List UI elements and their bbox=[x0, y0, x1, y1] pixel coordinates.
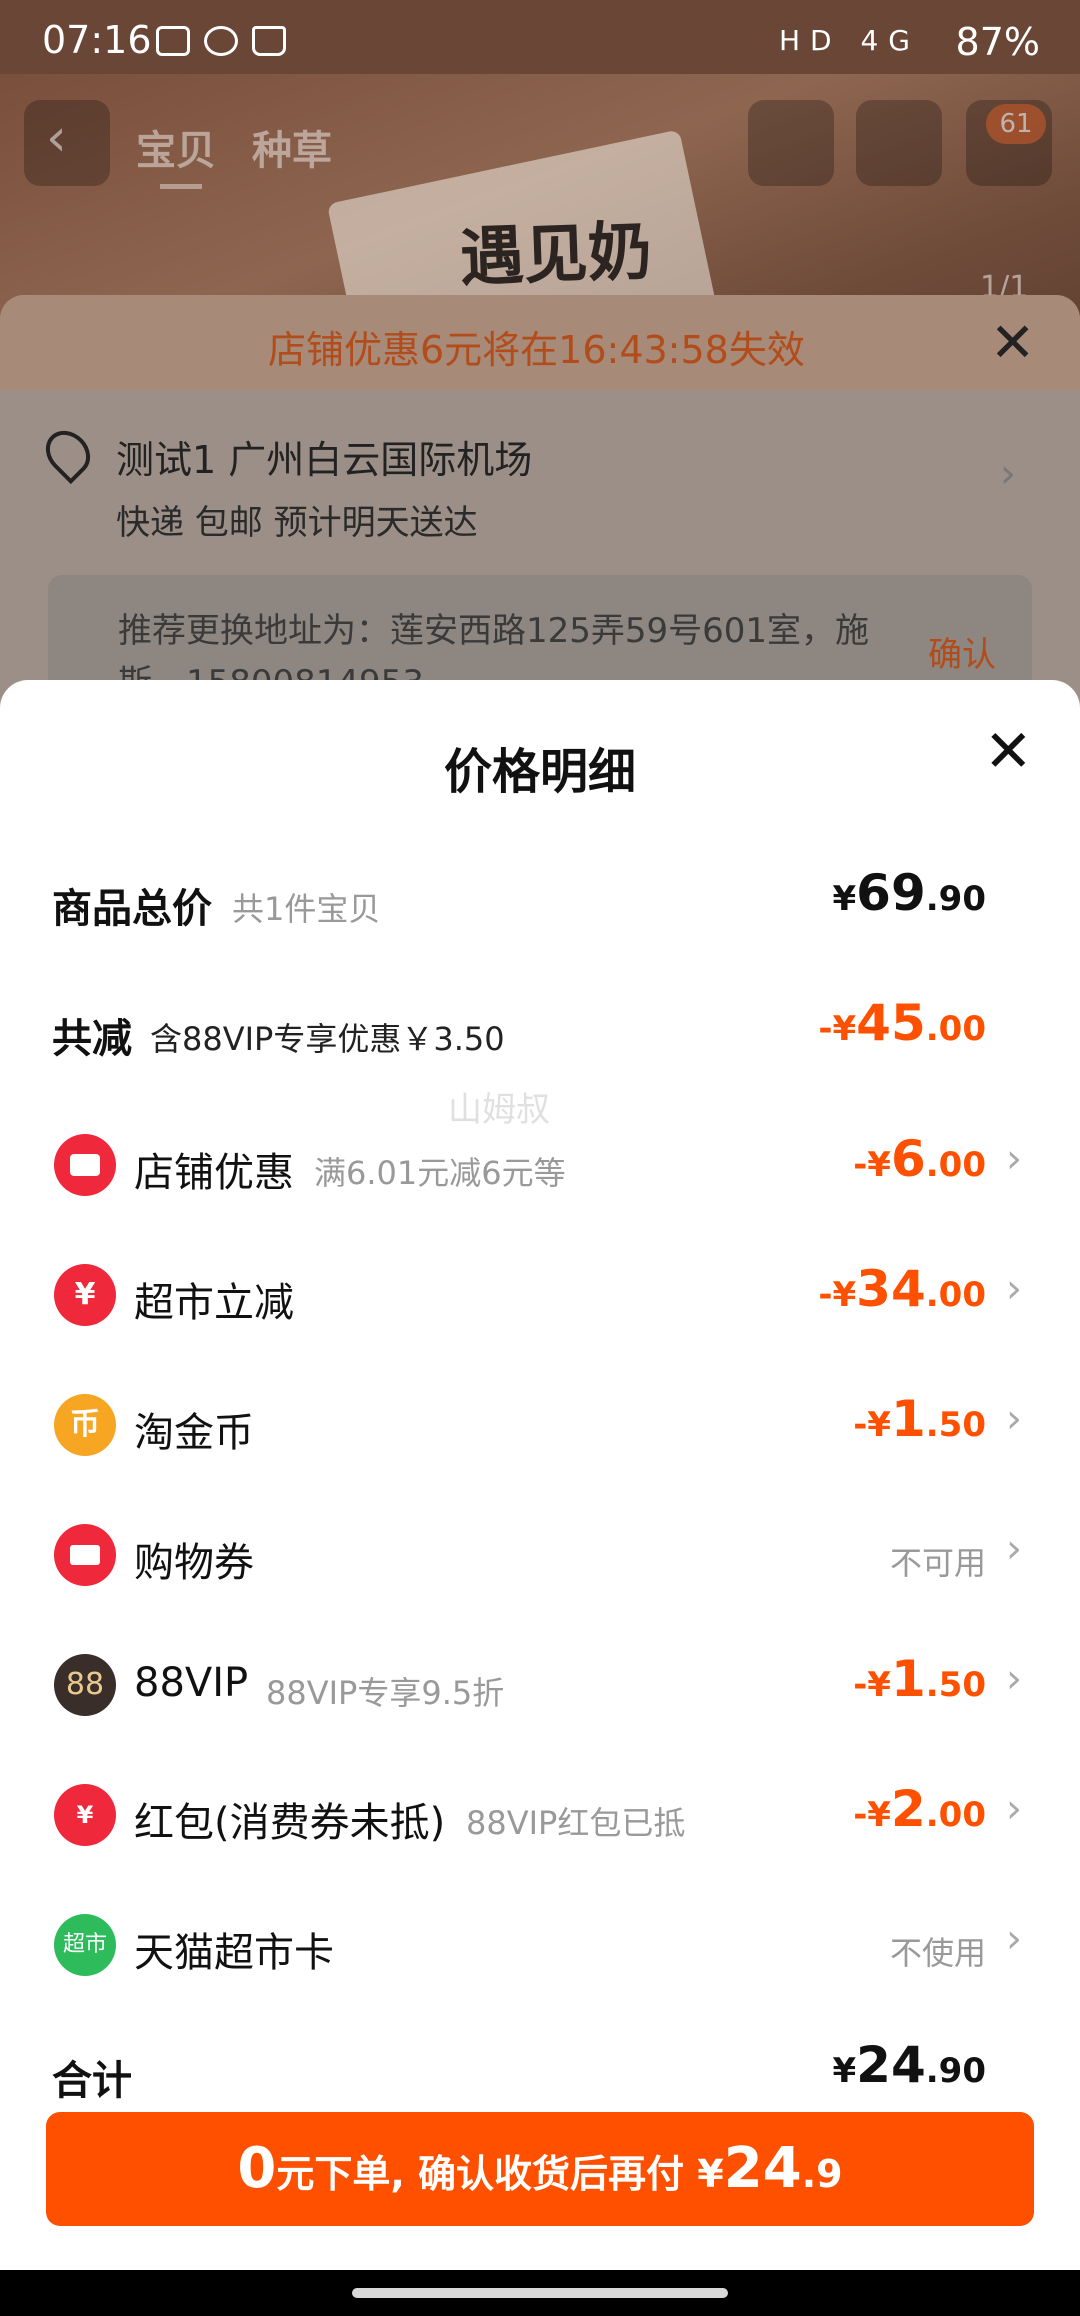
tab-zhongcao[interactable]: 种草 bbox=[252, 118, 332, 176]
tab-indicator bbox=[160, 184, 202, 189]
row-label: 淘金币 bbox=[134, 1410, 254, 1456]
list-item-taojinbi[interactable]: 币 淘金币 -¥1.50 › bbox=[0, 1360, 1080, 1490]
row-price: -¥34.00 bbox=[818, 1260, 986, 1318]
tab-baobei[interactable]: 宝贝 bbox=[136, 118, 216, 176]
row-label: 天猫超市卡 bbox=[134, 1930, 334, 1976]
store-icon bbox=[54, 1134, 116, 1196]
gallery-icon bbox=[156, 26, 190, 56]
chevron-right-icon: › bbox=[1006, 1396, 1022, 1442]
share-button[interactable] bbox=[748, 100, 834, 186]
list-item-supermarket-discount[interactable]: ¥ 超市立减 -¥34.00 › bbox=[0, 1230, 1080, 1360]
row-label: 超市立减 bbox=[134, 1280, 294, 1326]
row-label: 购物券 bbox=[134, 1540, 254, 1586]
sum-price: ¥24.90 bbox=[832, 2036, 987, 2094]
place-order-label: 0元下单, 确认收货后再付 ¥24.9 bbox=[237, 2136, 843, 2201]
supermarket-card-icon: 超市 bbox=[54, 1914, 116, 1976]
chevron-right-icon: › bbox=[1006, 1916, 1022, 1962]
gold-coin-icon: 币 bbox=[54, 1394, 116, 1456]
discount-note: 含88VIP专享优惠￥3.50 bbox=[150, 1020, 505, 1058]
row-price: -¥1.50 bbox=[853, 1390, 986, 1448]
total-label: 商品总价 bbox=[52, 886, 212, 932]
row-sub: 88VIP专享9.5折 bbox=[266, 1674, 505, 1712]
status-time: 07:16 bbox=[42, 18, 152, 62]
cart-badge: 61 bbox=[986, 104, 1046, 144]
confirm-address-button[interactable]: 确认 bbox=[928, 627, 996, 676]
discount-expiry-text: 店铺优惠6元将在16:43:58失效 bbox=[268, 328, 805, 372]
chevron-right-icon: › bbox=[1006, 1266, 1022, 1312]
cart-button[interactable] bbox=[856, 100, 942, 186]
chevron-right-icon: › bbox=[1006, 1786, 1022, 1832]
battery-level: 87% bbox=[955, 20, 1040, 64]
compass-icon bbox=[204, 26, 238, 56]
location-pin-icon bbox=[36, 421, 100, 485]
row-price: -¥6.00 bbox=[853, 1130, 986, 1188]
row-status: 不使用 bbox=[889, 1934, 986, 1972]
row-sub: 88VIP红包已抵 bbox=[466, 1804, 686, 1842]
discount-price: -¥45.00 bbox=[818, 994, 986, 1052]
list-item-88vip[interactable]: 88 88VIP 88VIP专享9.5折 -¥1.50 › bbox=[0, 1620, 1080, 1750]
row-price: -¥1.50 bbox=[853, 1650, 986, 1708]
total-price: ¥69.90 bbox=[832, 864, 987, 922]
chevron-right-icon[interactable]: › bbox=[1000, 451, 1016, 497]
back-button[interactable]: ‹ bbox=[24, 100, 110, 186]
list-item-shopping-voucher[interactable]: 购物券 不可用 › bbox=[0, 1490, 1080, 1620]
place-order-button[interactable]: 0元下单, 确认收货后再付 ¥24.9 bbox=[46, 2112, 1034, 2226]
sum-label: 合计 bbox=[52, 2058, 132, 2104]
row-price: -¥2.00 bbox=[853, 1780, 986, 1838]
address-text[interactable]: 测试1 广州白云国际机场 bbox=[116, 429, 532, 484]
yuan-coin-icon: ¥ bbox=[54, 1264, 116, 1326]
home-indicator[interactable] bbox=[352, 2288, 728, 2298]
total-count: 共1件宝贝 bbox=[232, 890, 381, 928]
row-label: 88VIP bbox=[134, 1660, 249, 1706]
chevron-right-icon: › bbox=[1006, 1656, 1022, 1702]
shopping-bag-icon bbox=[252, 26, 286, 56]
discount-label: 共减 bbox=[52, 1016, 132, 1062]
status-bar: 07:16 HD 4G 87% bbox=[0, 0, 1080, 74]
list-item-red-packet[interactable]: ¥ 红包(消费券未抵) 88VIP红包已抵 -¥2.00 › bbox=[0, 1750, 1080, 1880]
row-label: 红包(消费券未抵) bbox=[134, 1800, 446, 1846]
network-status: HD 4G bbox=[778, 24, 920, 57]
list-item-store-discount[interactable]: 店铺优惠 满6.01元减6元等 -¥6.00 › bbox=[0, 1100, 1080, 1230]
close-icon[interactable]: ✕ bbox=[984, 722, 1033, 780]
chevron-right-icon: › bbox=[1006, 1136, 1022, 1182]
ticket-icon bbox=[54, 1524, 116, 1586]
88vip-icon: 88 bbox=[54, 1654, 116, 1716]
row-sub: 满6.01元减6元等 bbox=[314, 1154, 566, 1192]
list-item-tmall-card[interactable]: 超市 天猫超市卡 不使用 › bbox=[0, 1880, 1080, 2010]
delivery-text: 快递 包邮 预计明天送达 bbox=[116, 503, 478, 543]
red-packet-icon: ¥ bbox=[54, 1784, 116, 1846]
sheet-title: 价格明细 bbox=[443, 744, 636, 800]
row-label: 店铺优惠 bbox=[134, 1150, 294, 1196]
back-arrow-icon: ‹ bbox=[46, 108, 67, 168]
address-sheet-close-icon[interactable]: ✕ bbox=[990, 311, 1035, 374]
row-status: 不可用 bbox=[889, 1544, 986, 1582]
price-detail-sheet: 价格明细 ✕ 商品总价 共1件宝贝 ¥69.90 共减 含88VIP专享优惠￥3… bbox=[0, 680, 1080, 2270]
address-sheet: 店铺优惠6元将在16:43:58失效 ✕ 测试1 广州白云国际机场 快递 包邮 … bbox=[0, 295, 1080, 715]
chevron-right-icon: › bbox=[1006, 1526, 1022, 1572]
